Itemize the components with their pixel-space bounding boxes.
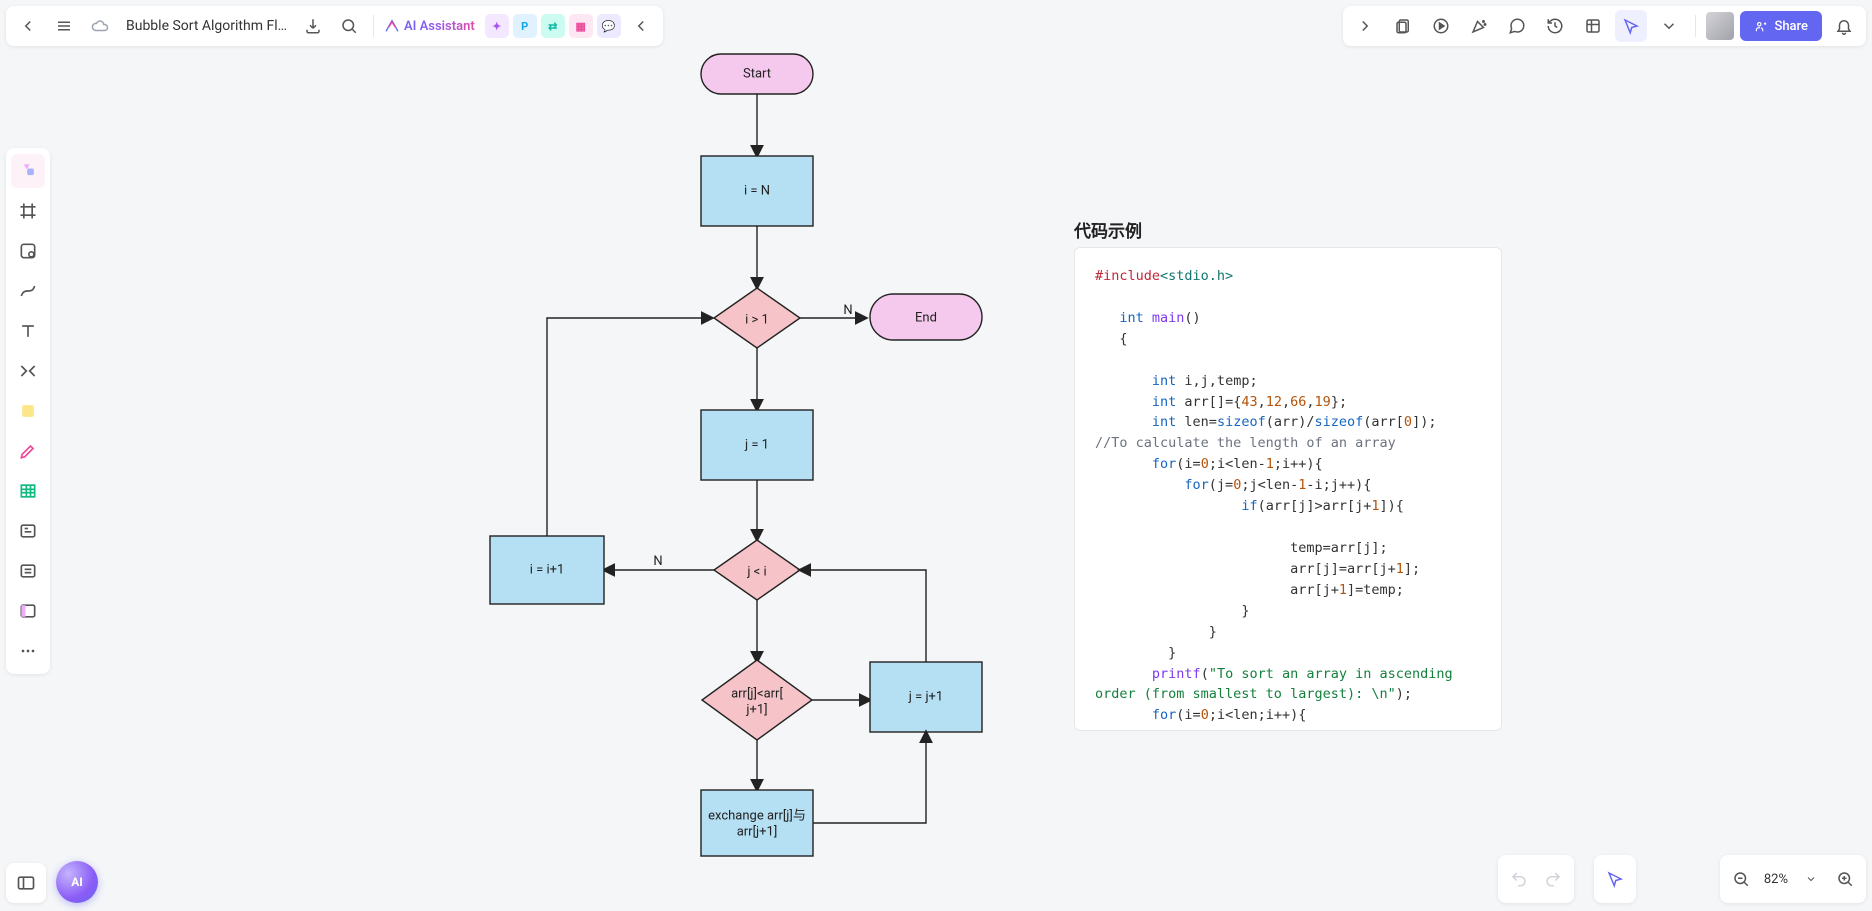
clipboard-icon[interactable]: [1387, 10, 1419, 42]
node-cond-i[interactable]: i > 1: [714, 288, 800, 348]
zoom-dropdown[interactable]: [1796, 864, 1826, 894]
flowchart[interactable]: Start i = N i > 1 N End j = 1 j < i N i …: [0, 0, 1100, 880]
svg-text:Start: Start: [743, 66, 771, 81]
pointer-button[interactable]: [1600, 864, 1630, 894]
svg-text:N: N: [843, 303, 852, 318]
svg-text:j < i: j < i: [746, 564, 766, 579]
undo-redo-group: [1498, 855, 1574, 903]
node-cond-swap[interactable]: arr[j]<arr[ j+1]: [702, 660, 812, 740]
comment-icon[interactable]: [1501, 10, 1533, 42]
svg-text:arr[j+1]: arr[j+1]: [737, 824, 778, 839]
more-chevron-button[interactable]: [1653, 10, 1685, 42]
avatar[interactable]: [1706, 12, 1734, 40]
node-start[interactable]: Start: [701, 54, 813, 94]
svg-text:j = j+1: j = j+1: [908, 689, 944, 704]
topbar-right: Share: [1343, 6, 1866, 46]
svg-text:N: N: [653, 554, 662, 569]
redo-button[interactable]: [1538, 864, 1568, 894]
node-inc-i[interactable]: i = i+1: [490, 536, 604, 604]
zoom-out-button[interactable]: [1726, 864, 1756, 894]
node-cond-j[interactable]: j < i: [714, 540, 800, 600]
cursor-tool-group: [1594, 855, 1636, 903]
node-init-i[interactable]: i = N: [701, 156, 813, 226]
undo-button[interactable]: [1504, 864, 1534, 894]
code-title: 代码示例: [1074, 217, 1142, 242]
svg-text:exchange arr[j]与: exchange arr[j]与: [708, 808, 806, 823]
notifications-icon[interactable]: [1828, 10, 1860, 42]
confetti-icon[interactable]: [1463, 10, 1495, 42]
expand-right-button[interactable]: [1349, 10, 1381, 42]
play-icon[interactable]: [1425, 10, 1457, 42]
svg-text:j+1]: j+1]: [745, 702, 767, 717]
svg-text:i = N: i = N: [744, 183, 770, 198]
share-button[interactable]: Share: [1740, 11, 1822, 41]
node-swap[interactable]: exchange arr[j]与 arr[j+1]: [701, 790, 813, 856]
node-init-j[interactable]: j = 1: [701, 410, 813, 480]
node-inc-j[interactable]: j = j+1: [870, 662, 982, 732]
svg-text:arr[j]<arr[: arr[j]<arr[: [731, 686, 783, 701]
share-label: Share: [1774, 19, 1808, 34]
svg-text:j = 1: j = 1: [744, 437, 769, 452]
cursor-mode-button[interactable]: [1615, 10, 1647, 42]
zoom-in-button[interactable]: [1830, 864, 1860, 894]
code-card[interactable]: #include<stdio.h> int main() { int i,j,t…: [1074, 247, 1502, 731]
svg-text:End: End: [915, 310, 937, 325]
svg-text:i = i+1: i = i+1: [530, 562, 565, 577]
svg-text:i > 1: i > 1: [745, 312, 769, 327]
zoom-group: 82%: [1720, 855, 1866, 903]
node-end[interactable]: End: [870, 294, 982, 340]
insert-icon[interactable]: [1577, 10, 1609, 42]
separator: [1695, 15, 1696, 37]
zoom-level[interactable]: 82%: [1760, 872, 1792, 887]
history-icon[interactable]: [1539, 10, 1571, 42]
